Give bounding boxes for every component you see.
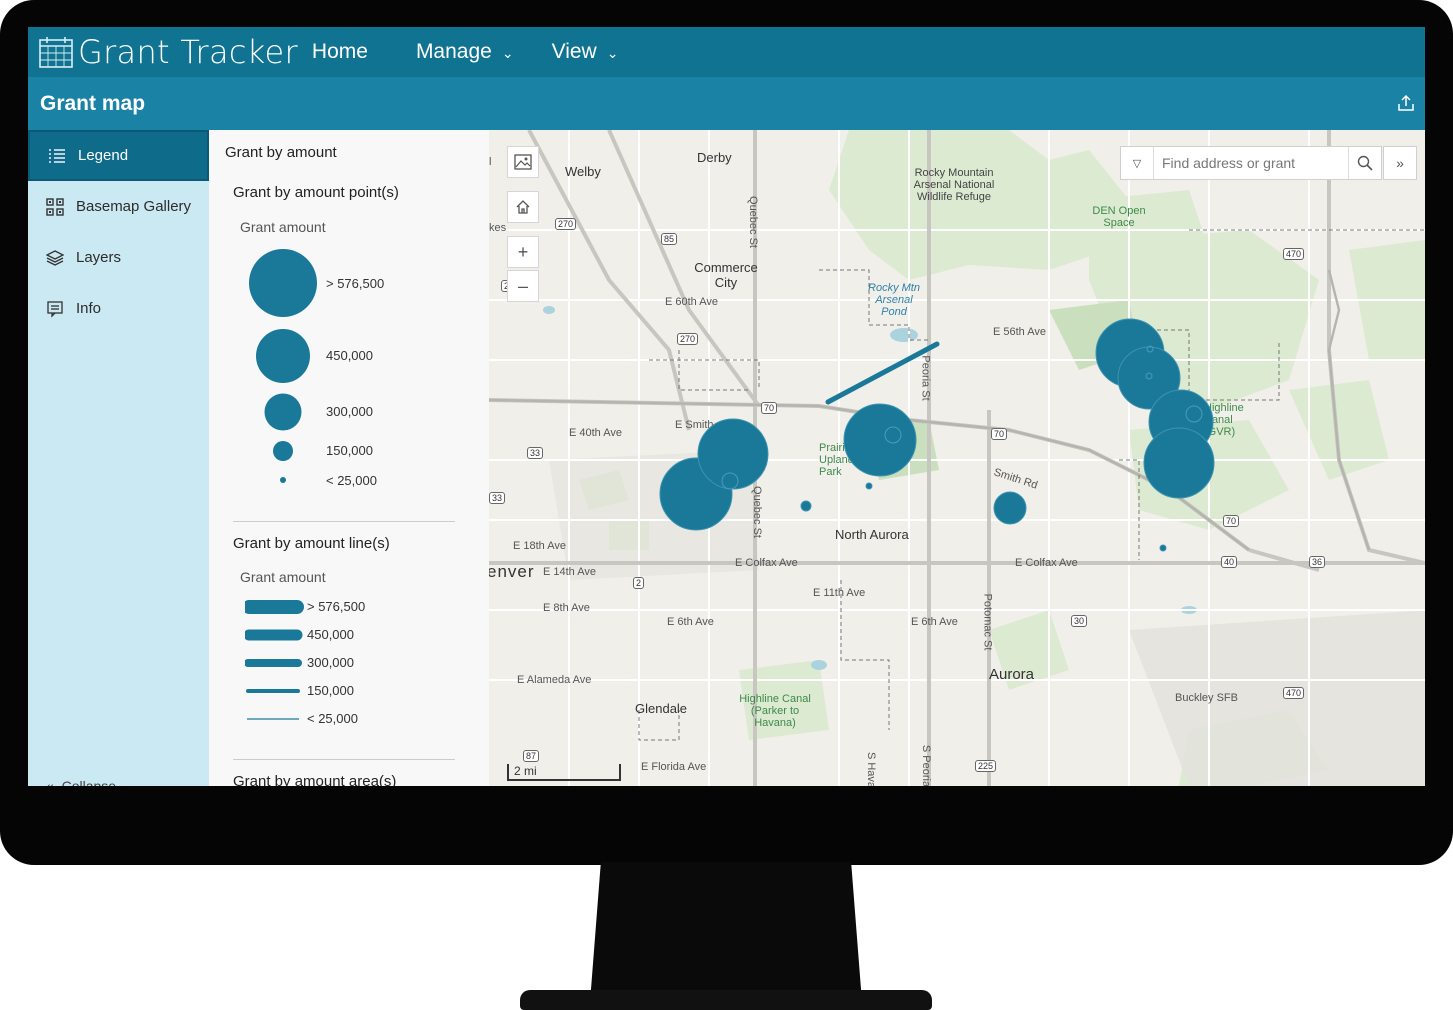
legend-line-symbols bbox=[245, 600, 304, 720]
grant-point-feature[interactable] bbox=[1159, 544, 1167, 552]
legend-line-label: > 576,500 bbox=[307, 599, 366, 614]
nav-home[interactable]: Home bbox=[312, 40, 368, 64]
sidebar: Legend Basemap Gallery Layers Info « Col… bbox=[28, 130, 209, 786]
sidebar-item-label: Layers bbox=[76, 249, 122, 266]
app-title: Grant Tracker bbox=[78, 33, 298, 71]
grant-point-feature[interactable] bbox=[800, 500, 812, 512]
monitor-frame: Grant Tracker Home Manage ⌄ View ⌄ Grant m… bbox=[0, 0, 1453, 865]
grant-point-feature[interactable] bbox=[1143, 427, 1215, 499]
legend-line-label: 450,000 bbox=[307, 627, 354, 642]
legend-points-title: Grant by amount point(s) bbox=[233, 184, 399, 201]
page-header: Grant map bbox=[28, 77, 1425, 130]
chevron-down-icon: ⌄ bbox=[501, 45, 514, 61]
legend-point-label: 450,000 bbox=[326, 348, 373, 363]
sidebar-item-legend[interactable]: Legend bbox=[28, 130, 209, 181]
legend-lines-field: Grant amount bbox=[240, 569, 326, 585]
sidebar-item-info[interactable]: Info bbox=[28, 283, 209, 334]
search-icon bbox=[1357, 155, 1373, 171]
legend-point-symbol bbox=[249, 249, 317, 317]
scale-bar: 2 mi bbox=[507, 764, 621, 781]
legend-title: Grant by amount bbox=[225, 144, 337, 161]
map-view[interactable]: Derby Welby Commerce City Rocky Mountain… bbox=[489, 130, 1425, 786]
collapse-button[interactable]: « Collapse bbox=[46, 778, 116, 786]
basemap-toggle-button[interactable] bbox=[507, 146, 539, 178]
sidebar-item-layers[interactable]: Layers bbox=[28, 232, 209, 283]
search-button[interactable] bbox=[1348, 147, 1381, 179]
app-screen: Grant Tracker Home Manage ⌄ View ⌄ Grant m… bbox=[28, 27, 1425, 786]
legend-point-symbols bbox=[249, 249, 317, 483]
zoom-out-button[interactable]: – bbox=[507, 270, 539, 302]
home-button[interactable] bbox=[507, 191, 539, 223]
chevron-down-icon: ▽ bbox=[1132, 157, 1142, 170]
page-title: Grant map bbox=[40, 91, 146, 115]
legend-points-field: Grant amount bbox=[240, 219, 326, 235]
plus-icon: + bbox=[517, 241, 529, 262]
info-icon bbox=[45, 299, 65, 319]
zoom-in-button[interactable]: + bbox=[507, 236, 539, 268]
legend-point-symbol bbox=[273, 441, 293, 461]
legend-line-label: < 25,000 bbox=[307, 711, 358, 726]
collapse-label: Collapse bbox=[61, 778, 117, 786]
monitor-base bbox=[520, 990, 932, 1010]
legend-divider bbox=[233, 521, 455, 522]
legend-point-label: 150,000 bbox=[326, 443, 373, 458]
home-icon bbox=[516, 200, 530, 214]
basemap-gallery-icon bbox=[45, 197, 65, 217]
layers-icon bbox=[45, 248, 65, 268]
search-input[interactable] bbox=[1154, 154, 1348, 172]
sidebar-item-basemap-gallery[interactable]: Basemap Gallery bbox=[28, 181, 209, 232]
nav-manage-label: Manage bbox=[415, 40, 492, 63]
double-chevron-right-icon: » bbox=[1396, 155, 1404, 171]
grant-point-feature[interactable] bbox=[993, 491, 1027, 525]
legend-point-symbol bbox=[256, 329, 310, 383]
legend-divider bbox=[233, 759, 455, 760]
chevron-down-icon: ⌄ bbox=[606, 45, 619, 61]
expand-toolbar-button[interactable]: » bbox=[1383, 146, 1417, 180]
image-icon bbox=[514, 154, 532, 170]
calendar-logo-icon bbox=[39, 37, 73, 68]
legend-point-label: < 25,000 bbox=[326, 473, 377, 488]
sidebar-item-label: Info bbox=[76, 300, 102, 317]
grant-point-feature[interactable] bbox=[697, 418, 769, 490]
legend-point-label: > 576,500 bbox=[326, 276, 385, 291]
monitor-stand bbox=[590, 862, 862, 1002]
search-source-dropdown[interactable]: ▽ bbox=[1121, 147, 1154, 179]
top-navigation-bar: Grant Tracker Home Manage ⌄ View ⌄ bbox=[28, 27, 1425, 77]
nav-view-label: View bbox=[551, 40, 597, 63]
share-icon[interactable] bbox=[1397, 94, 1415, 112]
nav-home-label: Home bbox=[311, 40, 368, 63]
legend-line-label: 300,000 bbox=[307, 655, 354, 670]
search-widget: ▽ bbox=[1120, 146, 1382, 180]
legend-areas-title: Grant by amount area(s) bbox=[233, 773, 397, 786]
legend-point-symbol bbox=[264, 393, 302, 431]
grant-line-feature[interactable] bbox=[825, 341, 940, 405]
legend-panel: Grant by amount Grant by amount point(s)… bbox=[209, 130, 490, 786]
minus-icon: – bbox=[517, 275, 528, 296]
legend-icon bbox=[47, 146, 67, 166]
sidebar-item-label: Basemap Gallery bbox=[76, 198, 192, 215]
legend-line-label: 150,000 bbox=[307, 683, 354, 698]
legend-point-symbol bbox=[280, 477, 286, 483]
nav-manage-dropdown[interactable]: Manage ⌄ bbox=[416, 40, 514, 64]
sidebar-item-label: Legend bbox=[78, 147, 129, 164]
grant-symbols-layer bbox=[659, 318, 1215, 552]
legend-point-label: 300,000 bbox=[326, 404, 373, 419]
legend-lines-title: Grant by amount line(s) bbox=[233, 535, 390, 552]
grant-point-feature[interactable] bbox=[865, 482, 873, 490]
nav-view-dropdown[interactable]: View ⌄ bbox=[552, 40, 619, 64]
grant-point-feature[interactable] bbox=[843, 403, 917, 477]
